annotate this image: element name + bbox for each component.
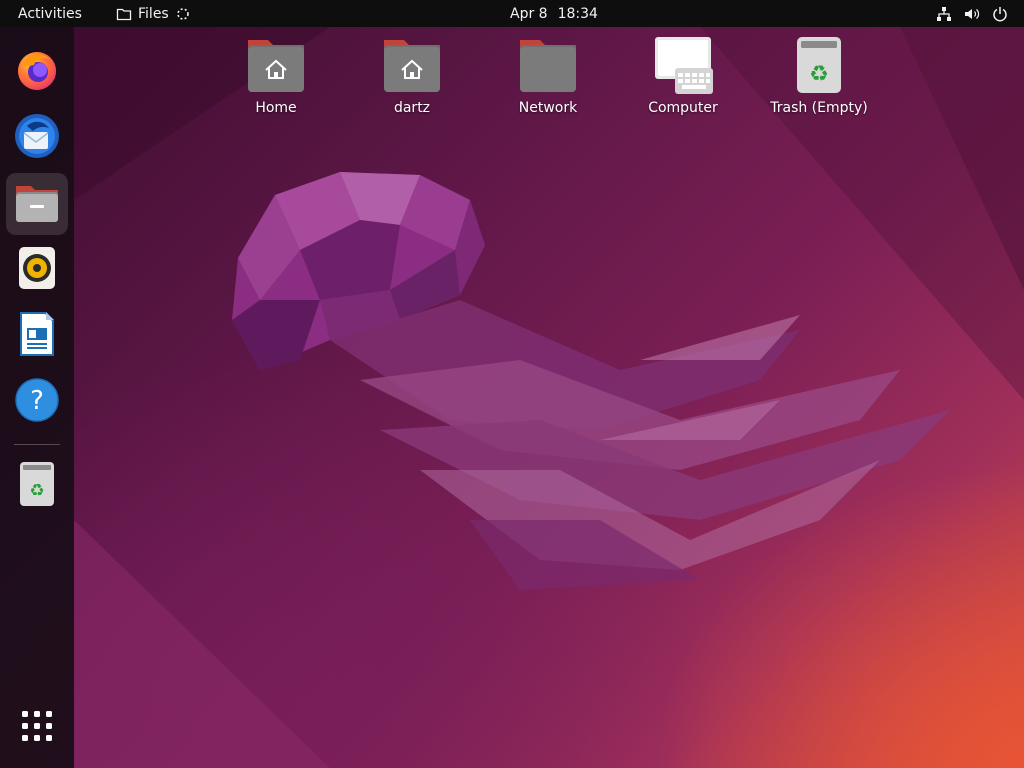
svg-text:♻: ♻: [809, 62, 829, 87]
home-folder-icon: [244, 36, 308, 96]
dock: ? ♻: [0, 27, 74, 768]
desktop-icon-dartz[interactable]: dartz: [352, 36, 472, 128]
desktop-icon-computer[interactable]: Computer: [623, 36, 743, 128]
network-folder-icon: [516, 36, 580, 96]
app-grid-icon: [20, 709, 54, 747]
computer-icon: [651, 36, 715, 96]
jellyfish-illustration: [232, 172, 950, 590]
show-applications-button[interactable]: [6, 697, 68, 759]
thunderbird-icon: [13, 112, 61, 164]
dock-item-firefox[interactable]: [6, 41, 68, 103]
desktop-icon-home[interactable]: Home: [216, 36, 336, 128]
desktop-icon-trash[interactable]: ♻ Trash (Empty): [759, 36, 879, 128]
power-icon: [992, 6, 1008, 22]
activities-button[interactable]: Activities: [18, 0, 82, 27]
folder-icon: [13, 180, 61, 228]
app-menu-label: Files: [138, 5, 169, 22]
dock-item-rhythmbox[interactable]: [6, 239, 68, 301]
svg-text:?: ?: [30, 386, 44, 416]
dock-item-thunderbird[interactable]: [6, 107, 68, 169]
writer-document-icon: [17, 310, 57, 362]
desktop-icon-label: dartz: [393, 100, 431, 116]
help-icon: ?: [14, 377, 60, 427]
app-menu-button[interactable]: Files: [116, 0, 191, 27]
loading-spinner-icon: [175, 6, 191, 22]
trash-icon: ♻: [787, 36, 851, 96]
top-bar: Activities Files Apr 8 18:34: [0, 0, 1024, 27]
folder-icon: [116, 6, 132, 22]
volume-icon: [964, 6, 980, 22]
desktop-icon-network[interactable]: Network: [488, 36, 608, 128]
svg-text:♻: ♻: [29, 481, 44, 501]
clock-time: 18:34: [557, 5, 598, 22]
desktop-icon-label: Home: [255, 100, 297, 116]
firefox-icon: [14, 47, 60, 97]
clock-button[interactable]: Apr 8 18:34: [510, 0, 598, 27]
dock-item-files[interactable]: [6, 173, 68, 235]
dock-separator: [14, 444, 60, 445]
network-wired-icon: [936, 6, 952, 22]
desktop-icon-label: Trash (Empty): [770, 100, 868, 116]
desktop-icon-label: Network: [518, 100, 578, 116]
system-menu-button[interactable]: [936, 0, 1008, 27]
home-folder-icon: [380, 36, 444, 96]
speaker-icon: [17, 245, 57, 295]
trash-icon: ♻: [18, 460, 56, 512]
clock-date: Apr 8: [510, 5, 548, 22]
dock-item-libreoffice-writer[interactable]: [6, 305, 68, 367]
desktop-icon-label: Computer: [648, 100, 718, 116]
dock-item-help[interactable]: ?: [6, 371, 68, 433]
dock-item-trash[interactable]: ♻: [6, 455, 68, 517]
